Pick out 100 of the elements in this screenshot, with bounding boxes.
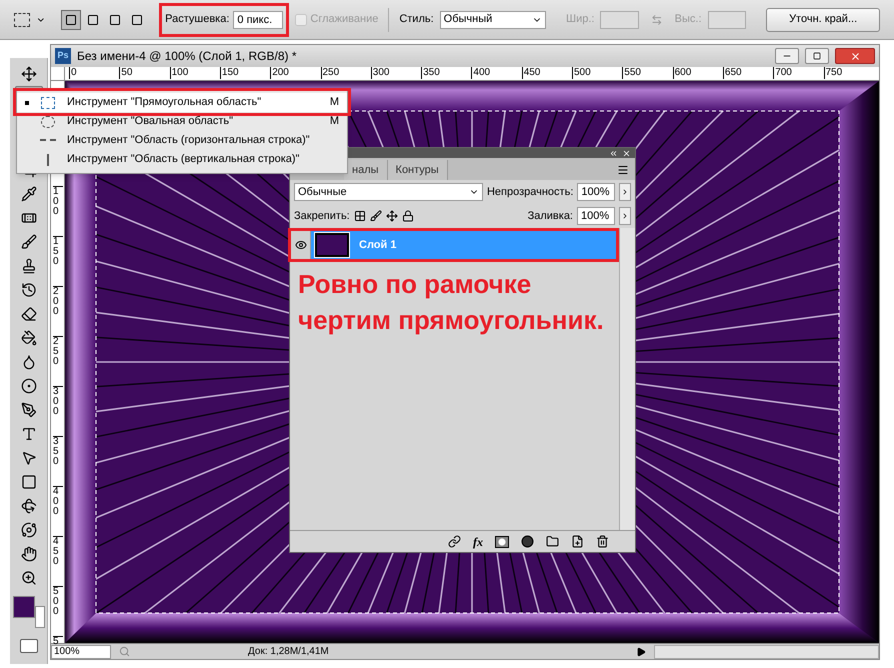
width-label: Шир.: [566,12,594,28]
horizontal-scrollbar[interactable] [654,644,879,658]
eyedropper-icon [20,186,36,202]
move-icon [20,66,36,82]
ruler-label: 400 [53,486,63,517]
trash-icon[interactable] [596,535,609,548]
ruler-label: 350 [421,67,440,79]
opacity-arrow-button[interactable] [619,183,631,201]
lock-label: Закрепить: [294,208,350,224]
ruler-label: 650 [722,67,742,79]
link-icon[interactable] [448,535,461,548]
collapse-icon[interactable] [609,148,618,158]
ruler-label: 200 [53,286,63,317]
scrollbar[interactable] [619,228,635,530]
visibility-toggle[interactable] [291,231,311,259]
maximize-icon [813,52,821,60]
ruler-label: 450 [522,67,540,79]
effects-button[interactable]: fx [473,532,483,550]
close-button[interactable] [835,48,875,64]
ruler-label: 0 [69,67,77,79]
antialias-label: Сглаживание [310,12,378,28]
ruler-label: 700 [773,67,792,79]
style-select[interactable]: Обычный [440,10,546,28]
checkerboard-icon[interactable] [354,210,366,222]
style-label: Стиль: [399,12,434,28]
eraser-icon [20,306,36,322]
play-icon[interactable] [636,646,646,656]
minimize-button[interactable] [775,48,799,64]
close-icon[interactable] [622,148,631,158]
new-layer-icon[interactable] [571,535,584,548]
ruler-label: 250 [320,67,340,79]
document-title: Без имени-4 @ 100% (Слой 1, RGB/8) * [77,48,298,65]
ruler-label: 500 [572,67,591,79]
refine-edge-button[interactable]: Уточн. край... [766,8,880,32]
dodge-icon [20,378,36,394]
brush-icon [20,234,36,250]
ruler-label: 150 [53,236,63,267]
adjustment-icon[interactable] [521,535,534,548]
ruler-label: 250 [53,336,63,367]
close-icon [850,50,860,62]
eye-icon [294,239,306,251]
marquee-icon[interactable] [14,12,30,26]
ruler-label: 400 [471,67,490,79]
stamp-icon [20,258,36,274]
maximize-button[interactable] [805,48,829,64]
quick-mask-icon[interactable] [20,639,38,653]
mask-icon[interactable] [495,536,509,548]
square-icon [87,14,100,26]
panel-tab[interactable]: налы [344,160,388,180]
zoom-icon [20,570,36,586]
history-icon [20,282,36,298]
move-icon[interactable] [386,210,398,222]
ruler-label: 350 [53,436,63,467]
zoom-input[interactable]: 100% [51,644,111,658]
ruler-label: 600 [672,67,692,79]
height-label: Выс.: [674,12,702,28]
background-color-swatch[interactable] [34,606,44,628]
lock-icon[interactable] [402,210,414,222]
flyout-item[interactable]: Инструмент "Область (горизонтальная строка)" [17,131,347,150]
flyout-item-label: Инструмент "Прямоугольная область" [67,95,262,110]
column-marquee-icon [46,154,50,166]
annotation-text: Ровно по рамочке чертим прямоугольник. [298,268,605,337]
panel-menu-icon[interactable] [617,164,629,176]
square-icon [65,14,78,26]
row-marquee-icon [40,139,56,142]
square-icon [131,14,144,26]
width-input[interactable] [600,10,640,28]
fill-input[interactable]: 100% [577,207,615,225]
shortcut-label: M [330,114,339,130]
flyout-item[interactable]: Инструмент "Область (вертикальная строка)" [17,150,347,169]
flyout-item-label: Инструмент "Область (горизонтальная строка)" [67,133,311,148]
paint-bucket-icon [20,330,36,346]
ruler-label: 450 [53,536,63,567]
pen-icon [20,402,36,418]
brush-icon[interactable] [370,210,382,222]
pointer-icon [20,450,36,466]
ruler-label: 200 [270,67,289,79]
square-icon [109,14,122,26]
shortcut-label: M [330,95,339,110]
ellipse-marquee-icon [41,116,55,128]
opacity-label: Непрозрачность: [486,184,574,200]
flyout-item-label: Инструмент "Область (вертикальная строка)" [67,152,300,168]
opacity-input[interactable]: 100% [577,183,616,201]
fill-arrow-button[interactable] [619,207,631,225]
app-badge: Ps [55,48,71,64]
folder-icon[interactable] [546,535,559,548]
height-input[interactable] [708,10,746,28]
feather-input[interactable]: 0 пикс. [233,10,284,28]
type-icon [20,426,36,442]
droplet-icon [20,354,36,370]
flyout-item[interactable]: Инструмент "Прямоугольная область" M [17,93,347,112]
selection-mode-button[interactable] [61,10,82,30]
layer-thumbnail [315,233,349,257]
foreground-color-swatch[interactable] [12,596,34,618]
blend-mode-select[interactable]: Обычные [294,183,483,201]
fill-label: Заливка: [528,208,573,224]
rectangle-icon [20,474,36,490]
ruler-label: 300 [53,386,63,417]
flyout-item[interactable]: Инструмент "Овальная область" M [17,112,347,131]
panel-tab[interactable]: Контуры [388,160,448,180]
